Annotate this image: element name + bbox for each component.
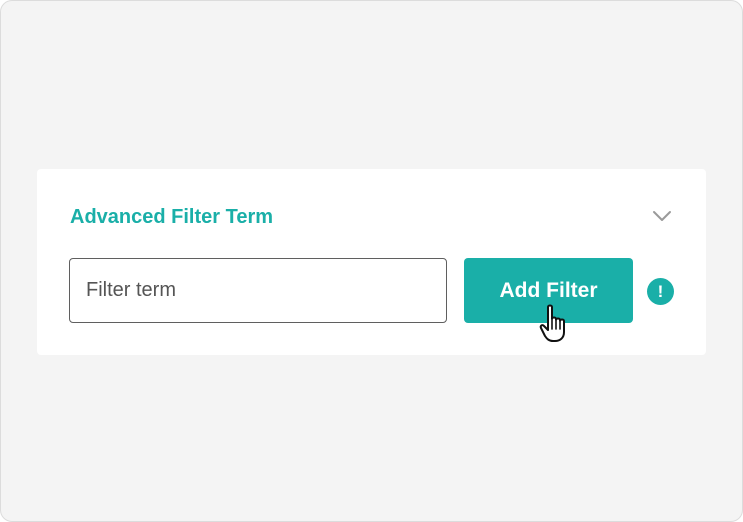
advanced-filter-panel: Advanced Filter Term Add Filter !	[37, 169, 706, 355]
add-filter-button[interactable]: Add Filter	[464, 258, 633, 323]
app-frame: Advanced Filter Term Add Filter !	[0, 0, 743, 522]
exclamation-icon: !	[647, 278, 674, 305]
panel-title: Advanced Filter Term	[70, 206, 274, 228]
chevron-down-icon[interactable]	[650, 206, 674, 226]
filter-term-input[interactable]	[69, 258, 447, 323]
